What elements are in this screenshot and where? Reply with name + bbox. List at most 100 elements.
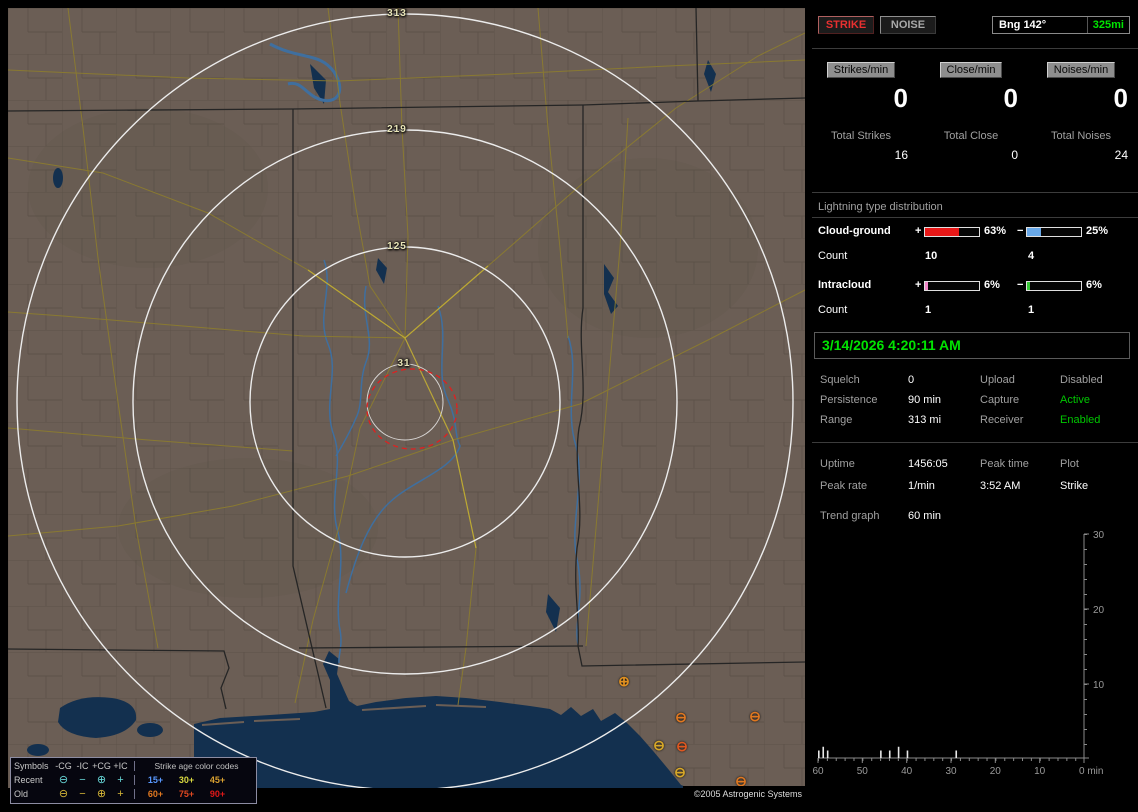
receiver-value: Enabled [1060,414,1101,426]
x-tick-50: 50 [857,766,869,777]
cg-positive-bar [924,227,980,237]
uptime-value: 1456:05 [908,458,948,470]
datetime-box: 3/14/2026 4:20:11 AM [814,332,1130,359]
cg-count-label: Count [818,250,848,262]
capture-value: Active [1060,394,1090,406]
old-ic-minus-icon: − [79,787,86,800]
range-ring-label-125: 125 [387,241,407,252]
cg-negative-bar [1026,227,1082,237]
x-tick-30: 30 [945,766,957,777]
trend-spike [955,750,958,758]
copyright-text: ©2005 Astrogenic Systems [683,786,805,803]
trend-spike [822,746,825,758]
ic-positive-count: 1 [925,304,932,316]
divider [812,48,1138,49]
capture-label: Capture [980,394,1020,406]
strikes-per-min-value: 0 [893,83,908,113]
legend-col-cg-minus: -CG [55,761,72,771]
x-tick-40: 40 [901,766,913,777]
noises-per-min-value: 0 [1113,83,1128,113]
trend-spike [818,750,820,758]
legend-symbols-header: Symbols [14,761,49,771]
y-tick-10: 10 [1093,680,1105,691]
trend-spike [897,746,900,758]
legend-recent-row: Recent ⊖ − ⊕ + 15+ 30+ 45+ [14,773,253,787]
trend-spike [880,750,882,758]
uptime-label: Uptime [820,458,855,470]
x-tick-20: 20 [990,766,1002,777]
ic-negative-pct: 6% [1086,279,1102,291]
peak-time-value: 3:52 AM [980,480,1021,492]
close-per-min-value: 0 [1003,83,1018,113]
old-cg-plus-icon: ⊕ [96,787,107,800]
strikes-per-min-button[interactable]: Strikes/min [826,62,896,78]
peak-rate-label: Peak rate [820,480,868,492]
range-ring-label-313: 313 [387,8,407,19]
bearing-distance: 325mi [1086,17,1129,33]
upload-value: Disabled [1060,374,1103,386]
legend-col-cg-plus: +CG [92,761,111,771]
total-noises-value: 24 [1114,148,1128,162]
legend-age-header: Strike age color codes [154,761,239,771]
legend-recent-label: Recent [14,775,43,785]
ic-negative-bar [1026,281,1082,291]
y-tick-30: 30 [1093,530,1105,541]
radar-map[interactable]: 313 219 125 31 ⊕ ⊖ ⊖ ⊖ ⊖ ⊖ ⊖ [8,8,805,788]
trend-graph-value: 60 min [908,510,942,522]
cg-positive-count: 10 [925,250,938,262]
upload-label: Upload [980,374,1015,386]
strike-mode-button[interactable]: STRIKE [818,16,874,34]
divider [812,217,1138,218]
age-code-90: 90+ [209,789,226,799]
range-ring-label-31: 31 [397,358,411,369]
trend-spike [906,750,909,758]
age-code-45: 45+ [209,775,226,785]
total-close-value: 0 [1011,148,1018,162]
old-cg-minus-icon: ⊖ [58,787,69,800]
legend-header-row: Symbols -CG -IC +CG +IC Strike age color… [14,759,253,773]
peak-rate-value: 1/min [908,480,935,492]
cloud-ground-label: Cloud-ground [818,225,891,237]
squelch-value: 0 [908,374,915,386]
plus-sign: + [915,225,922,237]
persistence-value: 90 min [908,394,942,406]
bearing-readout: Bng 142° 325mi [992,16,1130,34]
noises-per-min-button[interactable]: Noises/min [1046,62,1116,78]
ic-positive-pct: 6% [984,279,1000,291]
age-code-30: 30+ [178,775,195,785]
intracloud-label: Intracloud [818,279,872,291]
map-legend: Symbols -CG -IC +CG +IC Strike age color… [10,757,257,804]
datetime-value: 3/14/2026 4:20:11 AM [822,337,961,353]
legend-col-ic-plus: +IC [113,761,128,771]
cg-positive-pct: 63% [984,225,1007,237]
x-tick-60: 60 [812,766,824,777]
trend-graph-label: Trend graph [820,510,880,522]
trend-spike [826,750,829,758]
age-code-75: 75+ [178,789,195,799]
range-value: 313 mi [908,414,942,426]
minus-sign: − [1017,225,1024,237]
recent-ic-plus-icon: + [117,773,124,786]
ic-count-label: Count [818,304,848,316]
plus-sign: + [915,279,922,291]
ic-positive-bar [924,281,980,291]
close-per-min-button[interactable]: Close/min [939,62,1003,78]
ic-negative-count: 1 [1028,304,1035,316]
trend-spike [888,750,891,758]
divider [812,192,1138,193]
distribution-title: Lightning type distribution [818,201,943,213]
squelch-label: Squelch [820,374,860,386]
range-ring-label-219: 219 [387,124,407,135]
plot-value: Strike [1060,480,1089,492]
noise-mode-button[interactable]: NOISE [880,16,936,34]
legend-col-ic-minus: -IC [76,761,89,771]
age-code-15: 15+ [147,775,164,785]
receiver-label: Receiver [980,414,1024,426]
status-panel: STRIKE NOISE Bng 142° 325mi Strikes/min … [812,8,1138,804]
total-strikes-label: Total Strikes [831,130,891,142]
minus-sign: − [1017,279,1024,291]
x-tick-0-min: 0 min [1079,766,1103,777]
recent-cg-plus-icon: ⊕ [96,773,107,786]
bearing-value: Bng 142° [999,19,1047,31]
total-close-label: Total Close [943,130,999,142]
